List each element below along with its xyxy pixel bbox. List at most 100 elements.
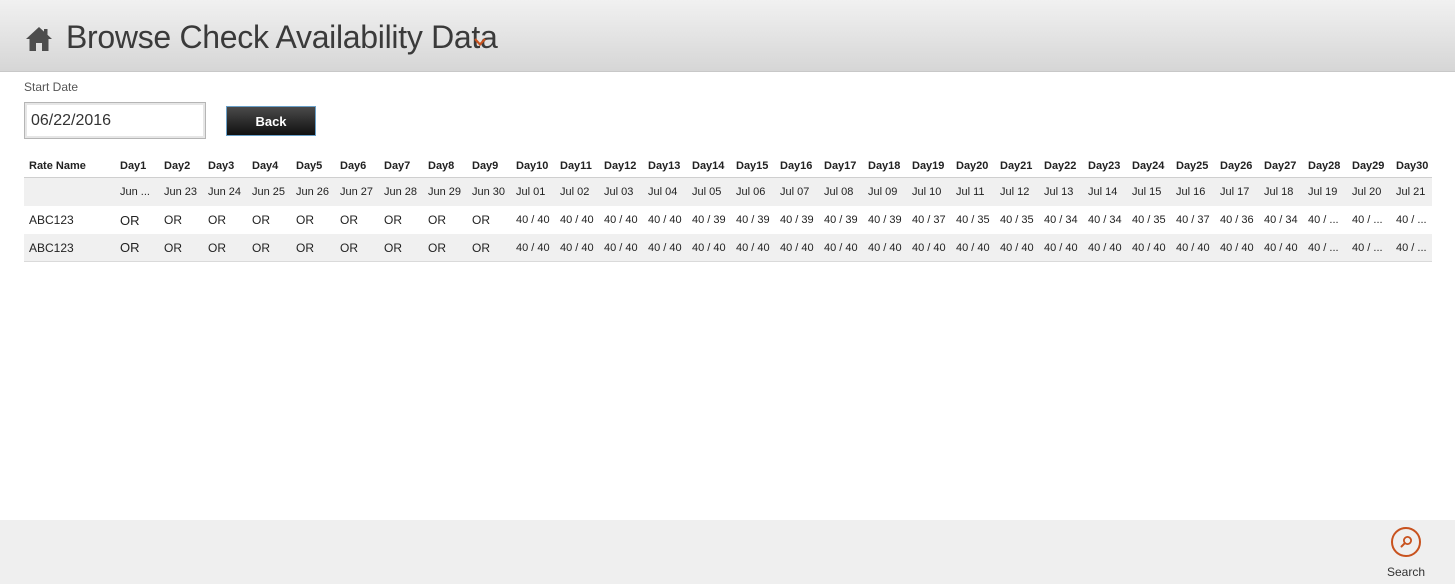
- day-header: Day6: [340, 160, 367, 172]
- availability-cell: 40 / 40: [780, 241, 814, 254]
- page-header: Browse Check Availability Data: [0, 0, 1455, 72]
- date-cell: Jul 12: [1000, 186, 1030, 198]
- availability-cell: 40 / ...: [1352, 241, 1383, 254]
- day-header: Day5: [296, 160, 323, 172]
- chevron-down-icon[interactable]: [473, 37, 487, 47]
- availability-cell: OR: [252, 240, 270, 255]
- day-header: Day11: [560, 160, 592, 172]
- rate-name-cell: ABC123: [29, 240, 74, 255]
- availability-cell: 40 / 40: [1220, 241, 1254, 254]
- availability-cell: 40 / 40: [648, 214, 682, 226]
- home-icon[interactable]: [25, 26, 53, 52]
- day-header: Day30: [1396, 160, 1429, 172]
- day-header: Day27: [1264, 160, 1297, 172]
- availability-cell: OR: [296, 213, 314, 227]
- date-cell: Jul 07: [780, 186, 810, 198]
- availability-cell: OR: [472, 240, 490, 255]
- availability-cell: 40 / 35: [956, 214, 990, 226]
- table-row[interactable]: ABC123 OR OR OR OR OR OR OR OR OR 40 / 40 40 / 40 40…: [24, 206, 1432, 234]
- date-cell: Jul 02: [560, 186, 590, 198]
- availability-cell: OR: [384, 240, 402, 255]
- day-header: Day18: [868, 160, 901, 172]
- day-header: Day29: [1352, 160, 1385, 172]
- date-cell: Jul 03: [604, 186, 634, 198]
- availability-cell: OR: [296, 240, 314, 255]
- availability-cell: OR: [472, 213, 490, 227]
- availability-cell: 40 / 40: [648, 241, 682, 254]
- availability-cell: 40 / ...: [1396, 241, 1427, 254]
- date-cell: Jul 15: [1132, 186, 1162, 198]
- date-cell: Jun 28: [384, 186, 418, 198]
- table-date-row: Jun ... Jun 23 Jun 24 Jun 25 Jun 26 Jun 27 Jun…: [24, 178, 1432, 206]
- availability-cell: 40 / 39: [824, 214, 858, 226]
- day-header: Day28: [1308, 160, 1341, 172]
- availability-cell: OR: [340, 213, 358, 227]
- search-button[interactable]: Search: [1386, 526, 1426, 579]
- date-cell: Jul 17: [1220, 186, 1250, 198]
- date-cell: Jul 14: [1088, 186, 1118, 198]
- availability-cell: 40 / 40: [868, 241, 902, 254]
- availability-cell: 40 / 40: [560, 241, 594, 254]
- day-header: Day12: [604, 160, 637, 172]
- availability-cell: OR: [384, 213, 402, 227]
- rate-name-cell: ABC123: [29, 213, 74, 227]
- date-cell: Jul 08: [824, 186, 854, 198]
- date-cell: Jun 30: [472, 186, 506, 198]
- availability-cell: 40 / 35: [1132, 214, 1166, 226]
- availability-cell: 40 / 39: [692, 214, 726, 226]
- availability-cell: 40 / ...: [1308, 241, 1339, 254]
- day-header: Day7: [384, 160, 411, 172]
- date-cell: Jul 11: [956, 186, 985, 198]
- day-header: Day25: [1176, 160, 1209, 172]
- day-header: Day1: [120, 160, 147, 172]
- availability-cell: 40 / 40: [824, 241, 858, 254]
- date-cell: Jul 04: [648, 186, 678, 198]
- date-cell: Jul 21: [1396, 186, 1426, 198]
- day-header: Day3: [208, 160, 235, 172]
- date-cell: Jul 05: [692, 186, 722, 198]
- date-cell: Jul 13: [1044, 186, 1074, 198]
- availability-cell: 40 / 34: [1264, 214, 1298, 226]
- day-header: Day19: [912, 160, 945, 172]
- availability-cell: 40 / 40: [956, 241, 990, 254]
- availability-cell: 40 / 39: [868, 214, 902, 226]
- page-title: Browse Check Availability Data: [66, 19, 498, 55]
- table-row[interactable]: ABC123 OR OR OR OR OR OR OR OR OR 40 / 40 40 / 40 40…: [24, 234, 1432, 262]
- availability-cell: OR: [340, 240, 358, 255]
- search-label: Search: [1386, 565, 1426, 579]
- availability-cell: 40 / 37: [912, 214, 946, 226]
- availability-cell: 40 / 34: [1088, 214, 1122, 226]
- availability-table: Rate Name Day1 Day2 Day3 Day4 Day5 Day6 Day7 Day…: [24, 155, 1432, 262]
- date-cell: Jul 18: [1264, 186, 1294, 198]
- search-icon: [1391, 527, 1421, 557]
- date-cell: Jun 29: [428, 186, 462, 198]
- date-cell: Jun 25: [252, 186, 286, 198]
- date-cell: Jul 10: [912, 186, 942, 198]
- day-header: Day17: [824, 160, 857, 172]
- availability-cell: 40 / 36: [1220, 214, 1254, 226]
- availability-cell: OR: [120, 212, 140, 228]
- start-date-input[interactable]: [24, 102, 206, 139]
- day-header: Day21: [1000, 160, 1033, 172]
- day-header: Day8: [428, 160, 455, 172]
- availability-cell: OR: [208, 213, 226, 227]
- availability-cell: 40 / 40: [1044, 241, 1078, 254]
- day-header: Day20: [956, 160, 989, 172]
- availability-cell: 40 / 37: [1176, 214, 1210, 226]
- availability-cell: 40 / 39: [736, 214, 770, 226]
- availability-cell: 40 / 40: [1088, 241, 1122, 254]
- availability-cell: 40 / 40: [1264, 241, 1298, 254]
- availability-cell: 40 / 40: [604, 214, 638, 226]
- back-button[interactable]: Back: [226, 106, 316, 136]
- availability-cell: 40 / ...: [1396, 214, 1427, 226]
- availability-cell: 40 / 35: [1000, 214, 1034, 226]
- availability-cell: OR: [164, 240, 182, 255]
- date-cell: Jun 24: [208, 186, 242, 198]
- footer-toolbar: Search: [0, 520, 1455, 584]
- date-cell: Jul 20: [1352, 186, 1382, 198]
- availability-cell: OR: [208, 240, 226, 255]
- date-cell: Jun 27: [340, 186, 374, 198]
- day-header: Day22: [1044, 160, 1077, 172]
- start-date-label: Start Date: [24, 80, 79, 94]
- day-header: Day24: [1132, 160, 1165, 172]
